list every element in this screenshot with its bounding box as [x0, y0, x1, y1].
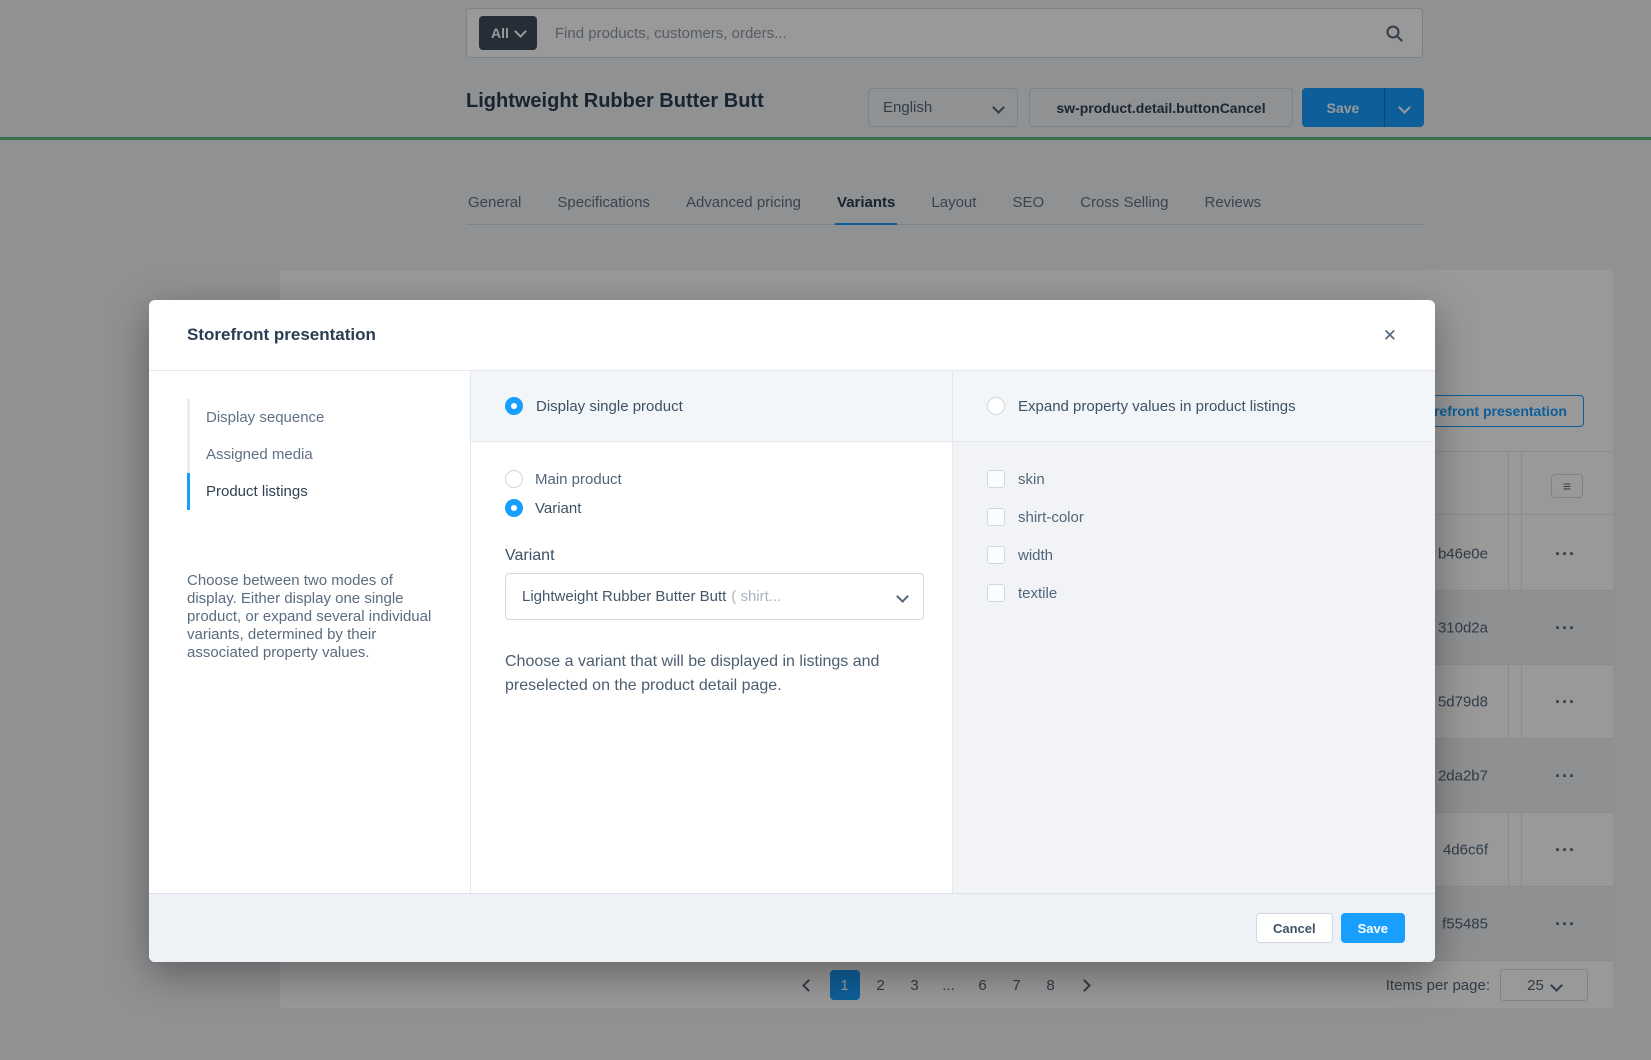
- property-label: width: [1018, 547, 1053, 564]
- property-option-shirt-color[interactable]: shirt-color: [987, 508, 1401, 526]
- close-icon[interactable]: ✕: [1379, 323, 1401, 348]
- modal-header: Storefront presentation ✕: [149, 300, 1435, 371]
- display-single-product-option[interactable]: Display single product: [471, 371, 952, 442]
- checkbox-unchecked-icon[interactable]: [987, 546, 1005, 564]
- nav-item-display-sequence[interactable]: Display sequence: [187, 399, 440, 436]
- variant-option-label: Variant: [535, 500, 581, 517]
- radio-checked-icon[interactable]: [505, 397, 523, 415]
- main-product-option[interactable]: Main product: [505, 470, 918, 488]
- modal-nav-column: Display sequence Assigned media Product …: [149, 371, 471, 893]
- storefront-presentation-modal: Storefront presentation ✕ Display sequen…: [149, 300, 1435, 962]
- checkbox-unchecked-icon[interactable]: [987, 470, 1005, 488]
- main-product-label: Main product: [535, 471, 622, 488]
- expand-properties-column: Expand property values in product listin…: [953, 371, 1435, 893]
- nav-description: Choose between two modes of display. Eit…: [187, 572, 441, 662]
- modal-title: Storefront presentation: [187, 325, 376, 345]
- expand-property-values-option[interactable]: Expand property values in product listin…: [953, 371, 1435, 442]
- display-single-product-label: Display single product: [536, 398, 683, 415]
- shopware-admin-page: All Lightweight Rubber Butter Butt Engli…: [0, 0, 1651, 1060]
- expand-property-values-label: Expand property values in product listin…: [1018, 398, 1296, 415]
- variant-field-label: Variant: [505, 547, 918, 565]
- modal-footer: Cancel Save: [149, 893, 1435, 962]
- single-product-settings: Main product Variant Variant Lightweight…: [471, 442, 952, 742]
- single-product-column: Display single product Main product Vari…: [471, 371, 953, 893]
- radio-checked-icon[interactable]: [505, 499, 523, 517]
- variant-select-value: Lightweight Rubber Butter Butt: [522, 588, 726, 605]
- chevron-down-icon: [896, 590, 909, 603]
- property-option-width[interactable]: width: [987, 546, 1401, 564]
- nav-item-assigned-media[interactable]: Assigned media: [187, 436, 440, 473]
- property-label: textile: [1018, 585, 1057, 602]
- property-option-textile[interactable]: textile: [987, 584, 1401, 602]
- radio-unchecked-icon[interactable]: [505, 470, 523, 488]
- modal-nav: Display sequence Assigned media Product …: [187, 399, 440, 510]
- variant-select[interactable]: Lightweight Rubber Butter Butt ( shirt..…: [505, 573, 924, 620]
- variant-option[interactable]: Variant: [505, 499, 918, 517]
- modal-save-button[interactable]: Save: [1341, 913, 1405, 943]
- property-label: shirt-color: [1018, 509, 1084, 526]
- radio-unchecked-icon[interactable]: [987, 397, 1005, 415]
- checkbox-unchecked-icon[interactable]: [987, 508, 1005, 526]
- variant-select-hint: ( shirt...: [731, 588, 781, 605]
- modal-body: Display sequence Assigned media Product …: [149, 371, 1435, 893]
- nav-item-product-listings[interactable]: Product listings: [187, 473, 440, 510]
- modal-cancel-button[interactable]: Cancel: [1256, 913, 1333, 943]
- checkbox-unchecked-icon[interactable]: [987, 584, 1005, 602]
- variant-helper-text: Choose a variant that will be displayed …: [505, 650, 937, 698]
- property-list: skin shirt-color width textile: [953, 442, 1435, 650]
- property-option-skin[interactable]: skin: [987, 470, 1401, 488]
- property-label: skin: [1018, 471, 1045, 488]
